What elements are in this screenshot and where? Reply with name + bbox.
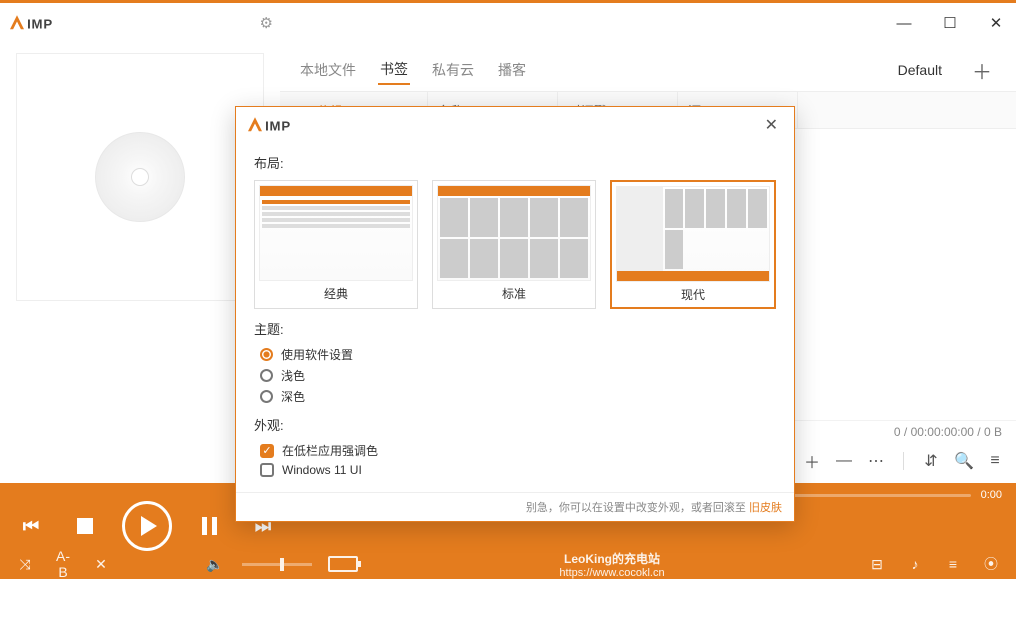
tab-podcasts[interactable]: 播客 bbox=[496, 56, 528, 84]
prev-track-icon[interactable]: ⏮ bbox=[14, 509, 48, 543]
visualizer-icon[interactable]: ≡ bbox=[942, 556, 964, 572]
repeat-icon[interactable]: ✕ bbox=[90, 556, 112, 573]
add-tab-icon[interactable]: ＋ bbox=[966, 56, 998, 85]
remove-item-icon[interactable]: — bbox=[835, 452, 853, 470]
layout-option-classic[interactable]: 经典 bbox=[254, 180, 418, 309]
radio-icon bbox=[260, 390, 273, 403]
volume-slider[interactable] bbox=[242, 563, 312, 566]
theme-option-light[interactable]: 浅色 bbox=[260, 367, 776, 384]
play-icon bbox=[141, 516, 157, 536]
eq-icon[interactable]: ♪ bbox=[904, 556, 926, 572]
play-button[interactable] bbox=[122, 501, 172, 551]
checkbox-icon bbox=[260, 463, 274, 477]
lyrics-icon[interactable]: ⊟ bbox=[866, 556, 888, 573]
tab-bookmarks[interactable]: 书签 bbox=[378, 55, 410, 85]
radio-icon bbox=[260, 348, 273, 361]
volume-icon[interactable]: 🔈 bbox=[204, 556, 226, 573]
battery-icon bbox=[328, 556, 358, 572]
broadcast-icon[interactable]: ⦿ bbox=[980, 554, 1002, 574]
layout-option-standard[interactable]: 标准 bbox=[432, 180, 596, 309]
list-menu-icon[interactable]: ≡ bbox=[986, 452, 1004, 470]
checkbox-label: Windows 11 UI bbox=[282, 463, 362, 477]
checkbox-label: 在低栏应用强调色 bbox=[282, 442, 378, 459]
window-maximize-icon[interactable]: ☐ bbox=[938, 14, 962, 32]
checkbox-accent-lowbar[interactable]: ✓ 在低栏应用强调色 bbox=[260, 442, 776, 459]
layout-section-label: 布局: bbox=[254, 153, 776, 172]
layout-option-modern[interactable]: 现代 bbox=[610, 180, 776, 309]
app-logo: IMP bbox=[10, 14, 80, 32]
checkbox-win11-ui[interactable]: Windows 11 UI bbox=[260, 463, 776, 477]
checkbox-icon: ✓ bbox=[260, 444, 274, 458]
search-icon[interactable]: 🔍 bbox=[954, 451, 972, 471]
window-close-icon[interactable]: ✕ bbox=[984, 14, 1008, 32]
ab-repeat-button[interactable]: A-B bbox=[52, 548, 74, 580]
more-actions-icon[interactable]: ⋯ bbox=[867, 451, 885, 471]
settings-gear-icon[interactable]: ⚙ bbox=[256, 10, 277, 36]
time-total: 0:00 bbox=[981, 489, 1002, 501]
theme-label: 浅色 bbox=[281, 367, 305, 384]
layout-label: 标准 bbox=[437, 281, 591, 302]
add-item-icon[interactable]: ＋ bbox=[803, 449, 821, 473]
layout-label: 经典 bbox=[259, 281, 413, 302]
theme-option-app[interactable]: 使用软件设置 bbox=[260, 346, 776, 363]
sort-icon[interactable]: ⇵ bbox=[922, 451, 940, 471]
layout-dialog: IMP ✕ 布局: 经典 标准 现代 主题: 使用软件设置 浅色 深色 bbox=[235, 106, 795, 522]
album-art-placeholder bbox=[16, 53, 264, 301]
theme-label: 深色 bbox=[281, 388, 305, 405]
old-skin-link[interactable]: 旧皮肤 bbox=[749, 502, 782, 514]
stop-button[interactable] bbox=[68, 509, 102, 543]
tab-private-cloud[interactable]: 私有云 bbox=[430, 56, 476, 84]
svg-text:IMP: IMP bbox=[265, 118, 291, 133]
pause-button[interactable] bbox=[192, 509, 226, 543]
appearance-section-label: 外观: bbox=[254, 415, 776, 434]
tab-local-files[interactable]: 本地文件 bbox=[298, 56, 358, 84]
theme-option-dark[interactable]: 深色 bbox=[260, 388, 776, 405]
language-button[interactable]: Default bbox=[898, 62, 946, 78]
now-playing-credit: LeoKing的充电站 https://www.cocokl.cn bbox=[374, 550, 850, 579]
dialog-logo: IMP bbox=[248, 116, 318, 134]
window-minimize-icon[interactable]: — bbox=[892, 15, 916, 32]
theme-section-label: 主题: bbox=[254, 319, 776, 338]
dialog-close-icon[interactable]: ✕ bbox=[759, 113, 784, 137]
theme-label: 使用软件设置 bbox=[281, 346, 353, 363]
svg-text:IMP: IMP bbox=[27, 16, 53, 31]
library-tabs: 本地文件 书签 私有云 播客 Default ＋ bbox=[280, 43, 1016, 91]
shuffle-icon[interactable]: ⤨ bbox=[14, 556, 36, 573]
disc-icon bbox=[95, 132, 185, 222]
radio-icon bbox=[260, 369, 273, 382]
dialog-footer-hint: 别急，你可以在设置中改变外观，或者回滚至 旧皮肤 bbox=[236, 492, 794, 521]
layout-label: 现代 bbox=[616, 282, 770, 303]
